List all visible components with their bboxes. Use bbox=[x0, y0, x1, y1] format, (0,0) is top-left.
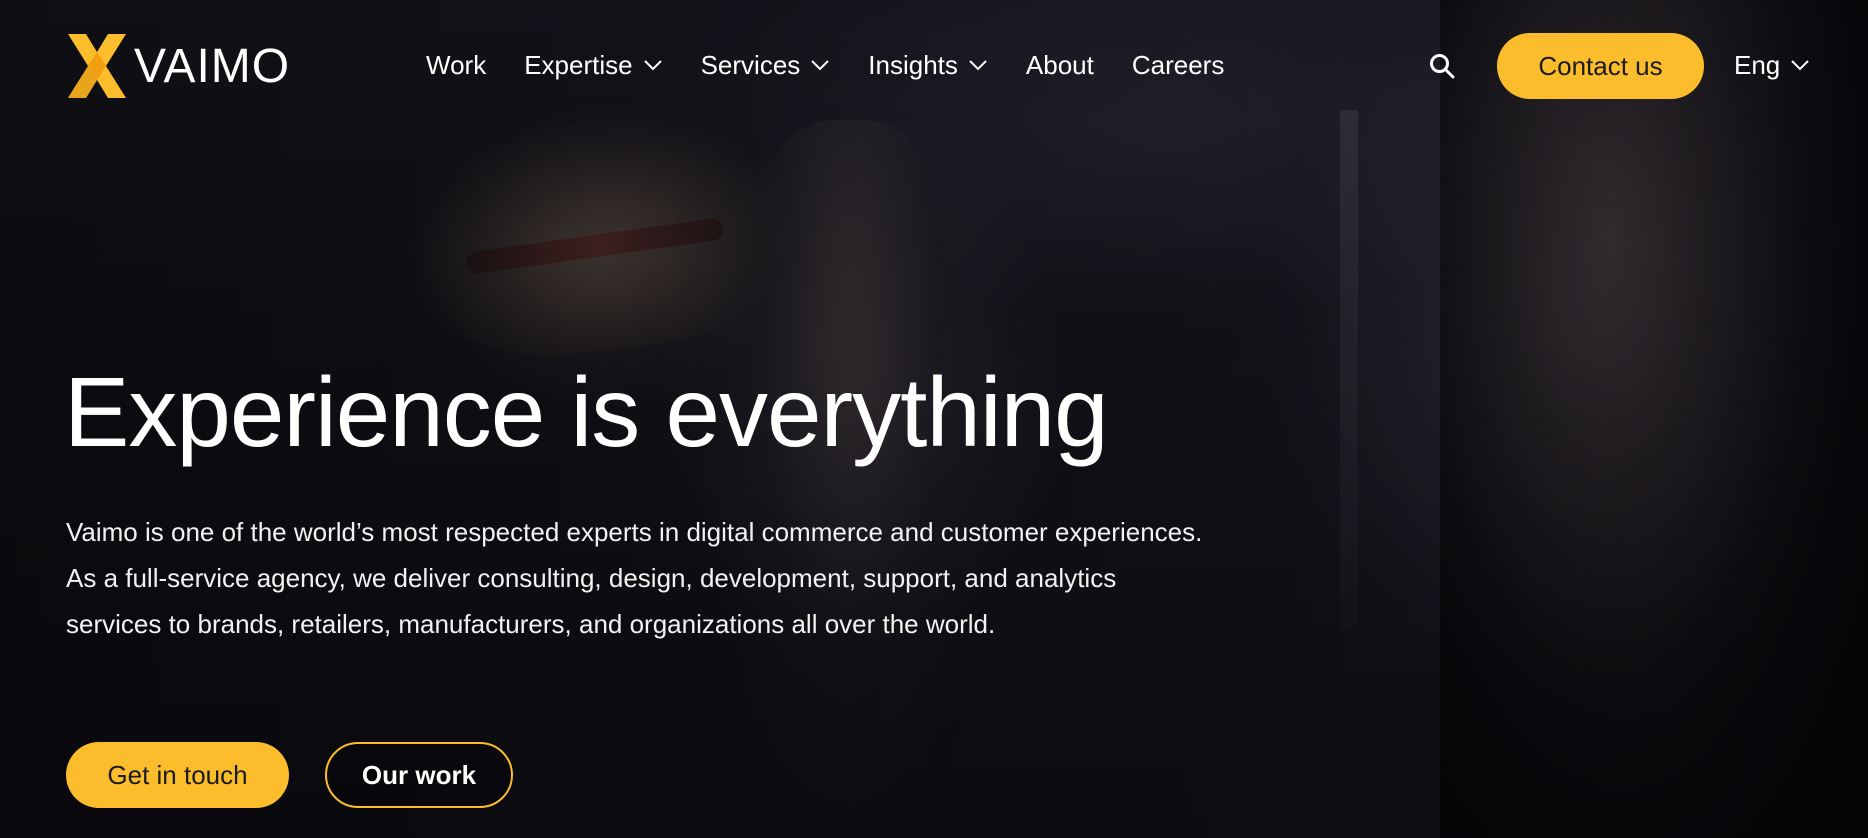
logo-text: VAIMO bbox=[134, 39, 291, 93]
site-header: VAIMO Work Expertise Services Insights A… bbox=[0, 0, 1868, 132]
contact-us-button[interactable]: Contact us bbox=[1497, 33, 1704, 99]
nav-item-label: Work bbox=[426, 49, 487, 80]
language-selector[interactable]: Eng bbox=[1734, 44, 1810, 86]
nav-item-insights[interactable]: Insights bbox=[868, 50, 988, 81]
search-button[interactable] bbox=[1428, 52, 1456, 80]
nav-item-label: Expertise bbox=[524, 49, 633, 80]
nav-item-about[interactable]: About bbox=[1026, 50, 1094, 81]
hero-section: VAIMO Work Expertise Services Insights A… bbox=[0, 0, 1868, 838]
hero-headline: Experience is everything bbox=[64, 357, 1109, 467]
vaimo-x-logo-icon bbox=[68, 34, 126, 98]
nav-item-services[interactable]: Services bbox=[701, 50, 831, 81]
hero-intro-text: Vaimo is one of the world’s most respect… bbox=[66, 517, 1203, 639]
our-work-button[interactable]: Our work bbox=[325, 742, 513, 808]
chevron-down-icon bbox=[969, 60, 987, 71]
nav-item-work[interactable]: Work bbox=[426, 50, 486, 81]
nav-item-label: Careers bbox=[1131, 49, 1225, 80]
search-icon bbox=[1430, 54, 1455, 79]
nav-item-expertise[interactable]: Expertise bbox=[524, 50, 662, 81]
nav-item-label: Insights bbox=[868, 49, 958, 80]
chevron-down-icon bbox=[811, 60, 830, 71]
logo-link[interactable]: VAIMO bbox=[66, 32, 290, 100]
main-nav: Work Expertise Services Insights About C… bbox=[426, 44, 1262, 86]
chevron-down-icon bbox=[1791, 60, 1809, 71]
nav-item-label: About bbox=[1025, 49, 1094, 80]
language-label: Eng bbox=[1734, 49, 1781, 80]
chevron-down-icon bbox=[643, 60, 662, 71]
nav-item-careers[interactable]: Careers bbox=[1132, 50, 1224, 81]
get-in-touch-button[interactable]: Get in touch bbox=[66, 742, 289, 808]
nav-item-label: Services bbox=[700, 49, 801, 80]
